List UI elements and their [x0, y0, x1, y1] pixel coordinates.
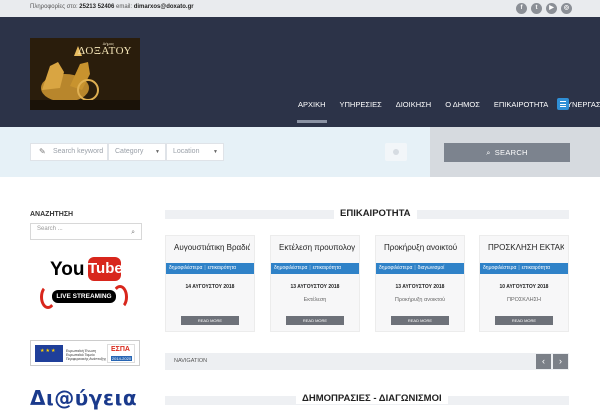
diavgeia-logo[interactable]: Δι@ύγεια: [30, 386, 137, 410]
location-value: Location: [173, 148, 200, 155]
contact-info: Πληροφορίες στο: 25213 52406 email: dima…: [30, 4, 194, 10]
carousel-navigation: NAVIGATION ‹ ›: [165, 353, 569, 370]
chevron-right-icon[interactable]: ›: [553, 354, 568, 369]
location-select[interactable]: Location ▼: [166, 143, 224, 161]
espa-years: 2014-2020: [111, 356, 132, 361]
search-icon[interactable]: ⌕: [131, 229, 135, 237]
search-button-label: SEARCH: [494, 148, 528, 157]
sidebar-search-title: ΑΝΑΖΗΤΗΣΗ: [30, 211, 74, 218]
news-card-title[interactable]: Εκτέλεση προυπολογισμού: [279, 243, 355, 252]
espa-logo-text: ΕΣΠΑ: [111, 346, 130, 353]
nav-item-municipality[interactable]: Ο ΔΗΜΟΣ: [445, 100, 480, 109]
news-card-tags: δημοφιλέστερα | επικαιρότητα: [166, 263, 254, 274]
email-label: email:: [116, 4, 133, 10]
news-card-excerpt: Προκήρυξη ανοικτού: [394, 297, 446, 303]
tag-link[interactable]: επικαιρότητα: [208, 265, 236, 271]
navigation-label: NAVIGATION: [174, 358, 208, 364]
news-card-date: 13 ΑΥΓΟΥΣΤΟΥ 2018: [395, 284, 445, 290]
news-card-title[interactable]: Αυγουστιάτικη Βραδιά: [174, 243, 250, 252]
news-card-title[interactable]: Προκήρυξη ανοικτού: [384, 243, 460, 252]
read-more-button[interactable]: READ MORE: [286, 316, 344, 325]
category-value: Category: [115, 148, 144, 155]
tag-link[interactable]: δημοφιλέστερα: [274, 265, 307, 271]
youtube-icon[interactable]: ▶: [546, 3, 557, 14]
news-card-date: 10 ΑΥΓΟΥΣΤΟΥ 2018: [499, 284, 549, 290]
section-title-news: ΕΠΙΚΑΙΡΟΤΗΤΑ: [334, 208, 417, 219]
news-card-excerpt: ΠΡΟΣΚΛΗΣΗ: [506, 297, 541, 303]
chevron-down-icon: ▼: [213, 149, 218, 155]
youtube-word: You: [50, 259, 85, 280]
news-card[interactable]: ΠΡΟΣΚΛΗΣΗ ΕΚΤΑΚΤΗΣ δημοφιλέστερα|επικαιρ…: [479, 235, 569, 332]
phone-number[interactable]: 25213 52406: [79, 4, 114, 10]
eu-flag-icon: [35, 345, 63, 362]
youtube-tube: Tube: [88, 257, 123, 281]
facebook-icon[interactable]: f: [516, 3, 527, 14]
youtube-live-banner[interactable]: You Tube LIVE STREAMING: [36, 255, 132, 321]
site-header: Δήμος ΔΟΞΑΤΟΥ ΑΡΧΙΚΗ ΥΠΗΡΕΣΙΕΣ ΔΙΟΙΚΗΣΗ …: [0, 17, 600, 127]
site-logo[interactable]: Δήμος ΔΟΞΑΤΟΥ: [30, 38, 140, 110]
twitter-icon[interactable]: t: [531, 3, 542, 14]
espa-banner[interactable]: Ευρωπαϊκή Ένωση Ευρωπαϊκό Ταμείο Περιφερ…: [30, 340, 140, 366]
hamburger-icon[interactable]: [557, 98, 569, 110]
chevron-left-icon[interactable]: ‹: [536, 354, 551, 369]
news-card[interactable]: Προκήρυξη ανοικτού δημοφιλέστερα | διαγωνι…: [375, 235, 465, 332]
social-links: f t ▶ ◎: [516, 3, 572, 14]
espa-logo: ΕΣΠΑ 2014-2020: [107, 344, 135, 363]
top-info-bar: Πληροφορίες στο: 25213 52406 email: dima…: [0, 0, 600, 17]
news-card-tags: δημοφιλέστερα | επικαιρότητα: [271, 263, 359, 274]
read-more-button[interactable]: READ MORE: [181, 316, 239, 325]
chevron-down-icon: ▼: [155, 149, 160, 155]
sidebar-search-placeholder: Search ...: [37, 226, 63, 232]
espa-text: Ευρωπαϊκή Ένωση Ευρωπαϊκό Ταμείο Περιφερ…: [66, 349, 107, 361]
news-card[interactable]: Αυγουστιάτικη Βραδιά δημοφιλέστερα | επικα…: [165, 235, 255, 332]
nav-item-services[interactable]: ΥΠΗΡΕΣΙΕΣ: [340, 100, 382, 109]
news-card-title[interactable]: ΠΡΟΣΚΛΗΣΗ ΕΚΤΑΚΤΗΣ: [488, 243, 564, 252]
read-more-button[interactable]: READ MORE: [391, 316, 449, 325]
instagram-icon[interactable]: ◎: [561, 3, 572, 14]
logo-title: ΔΟΞΑΤΟΥ: [78, 45, 132, 57]
tag-link[interactable]: επικαιρότητα: [522, 265, 550, 271]
tag-link[interactable]: δημοφιλέστερα: [483, 265, 516, 271]
news-card-tags: δημοφιλέστερα | επικαιρότητα: [480, 263, 568, 274]
nav-item-news[interactable]: ΕΠΙΚΑΙΡΟΤΗΤΑ: [494, 100, 548, 109]
news-card-date: 13 ΑΥΓΟΥΣΤΟΥ 2018: [290, 284, 340, 290]
news-card-excerpt: Εκτέλεση: [303, 297, 327, 303]
search-button[interactable]: ⌕ SEARCH: [444, 143, 570, 162]
pencil-icon: ✎: [39, 147, 46, 156]
section-title-auctions: ΔΗΜΟΠΡΑΣΙΕΣ - ΔΙΑΓΩΝΙΣΜΟΙ: [296, 393, 448, 404]
live-streaming-label: LIVE STREAMING: [52, 290, 116, 303]
search-icon: ⌕: [486, 148, 491, 157]
tag-link[interactable]: επικαιρότητα: [313, 265, 341, 271]
tag-link[interactable]: δημοφιλέστερα: [379, 265, 412, 271]
info-prefix: Πληροφορίες στο:: [30, 4, 78, 10]
sidebar-search-input[interactable]: Search ... ⌕: [30, 223, 142, 240]
nav-item-administration[interactable]: ΔΙΟΙΚΗΣΗ: [396, 100, 431, 109]
blurred-widget: [385, 143, 407, 161]
category-select[interactable]: Category ▼: [108, 143, 166, 161]
tag-link[interactable]: δημοφιλέστερα: [169, 265, 202, 271]
news-card-tags: δημοφιλέστερα | διαγωνισμοί: [376, 263, 464, 274]
news-card-date: 14 ΑΥΓΟΥΣΤΟΥ 2018: [185, 284, 235, 290]
news-card[interactable]: Εκτέλεση προυπολογισμού δημοφιλέστερα|επ…: [270, 235, 360, 332]
tag-link[interactable]: διαγωνισμοί: [418, 265, 445, 271]
main-navigation: ΑΡΧΙΚΗ ΥΠΗΡΕΣΙΕΣ ΔΙΟΙΚΗΣΗ Ο ΔΗΜΟΣ ΕΠΙΚΑΙ…: [297, 100, 600, 123]
nav-item-home[interactable]: ΑΡΧΙΚΗ: [297, 100, 327, 123]
email-link[interactable]: dimarxos@doxato.gr: [134, 4, 194, 10]
read-more-button[interactable]: READ MORE: [495, 316, 553, 325]
keyword-search-input[interactable]: ✎ Search keyword: [30, 143, 108, 161]
keyword-placeholder: Search keyword: [53, 148, 104, 155]
